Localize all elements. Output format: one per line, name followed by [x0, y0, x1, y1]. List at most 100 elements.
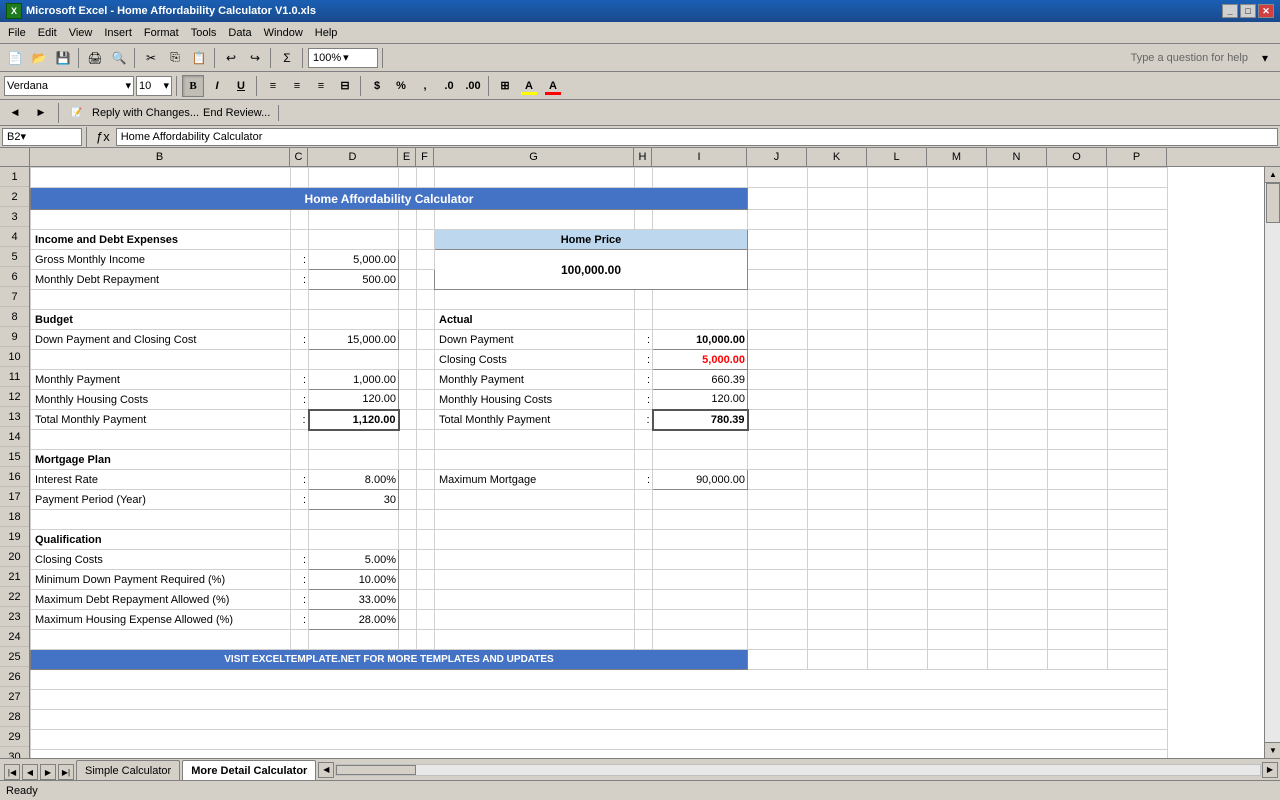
col-header-K[interactable]: K: [807, 148, 867, 166]
help-dropdown[interactable]: ▾: [1254, 47, 1276, 69]
down-payment-value[interactable]: 15,000.00: [309, 330, 399, 350]
copy-button[interactable]: ⎘: [164, 47, 186, 69]
row-22[interactable]: 22: [0, 587, 29, 607]
row-1[interactable]: 1: [0, 167, 29, 187]
print-button[interactable]: 🖨: [84, 47, 106, 69]
tab-more-detail-calculator[interactable]: More Detail Calculator: [182, 760, 316, 780]
redo-button[interactable]: ↪: [244, 47, 266, 69]
row-30[interactable]: 30: [0, 747, 29, 758]
scroll-track-v[interactable]: [1265, 183, 1280, 742]
row-27[interactable]: 27: [0, 687, 29, 707]
row-10[interactable]: 10: [0, 347, 29, 367]
cut-button[interactable]: ✂: [140, 47, 162, 69]
comma-button[interactable]: ,: [414, 75, 436, 97]
scroll-down-button[interactable]: ▼: [1265, 742, 1280, 758]
actual-closing-costs-value[interactable]: 5,000.00: [653, 350, 748, 370]
align-left-button[interactable]: ≡: [262, 75, 284, 97]
menu-view[interactable]: View: [63, 25, 99, 41]
back-btn[interactable]: ◀: [4, 102, 26, 124]
actual-monthly-payment-value[interactable]: 660.39: [653, 370, 748, 390]
max-debt-repayment-value[interactable]: 33.00%: [309, 590, 399, 610]
row-20[interactable]: 20: [0, 547, 29, 567]
menu-format[interactable]: Format: [138, 25, 185, 41]
tab-simple-calculator[interactable]: Simple Calculator: [76, 760, 180, 780]
max-mortgage-value[interactable]: 90,000.00: [653, 470, 748, 490]
bold-button[interactable]: B: [182, 75, 204, 97]
reply-btn[interactable]: 📝: [66, 102, 88, 124]
cell-ref-dropdown[interactable]: ▾: [20, 130, 26, 143]
col-header-O[interactable]: O: [1047, 148, 1107, 166]
row-2[interactable]: 2: [0, 187, 29, 207]
row-18[interactable]: 18: [0, 507, 29, 527]
open-button[interactable]: 📂: [28, 47, 50, 69]
scroll-up-button[interactable]: ▲: [1265, 167, 1280, 183]
row-23[interactable]: 23: [0, 607, 29, 627]
fwd-btn[interactable]: ▶: [30, 102, 52, 124]
merge-center-button[interactable]: ⊟: [334, 75, 356, 97]
paste-button[interactable]: 📋: [188, 47, 210, 69]
tab-nav-last[interactable]: ▶|: [58, 764, 74, 780]
interest-rate-value[interactable]: 8.00%: [309, 470, 399, 490]
row-6[interactable]: 6: [0, 267, 29, 287]
row-29[interactable]: 29: [0, 727, 29, 747]
scroll-thumb-v[interactable]: [1266, 183, 1280, 223]
scroll-left-button[interactable]: ◀: [318, 762, 334, 778]
row-26[interactable]: 26: [0, 667, 29, 687]
increase-decimal-button[interactable]: .0: [438, 75, 460, 97]
minimize-button[interactable]: _: [1222, 4, 1238, 18]
gross-income-value[interactable]: 5,000.00: [309, 250, 399, 270]
font-size-box[interactable]: 10 ▾: [136, 76, 172, 96]
row-21[interactable]: 21: [0, 567, 29, 587]
menu-window[interactable]: Window: [258, 25, 309, 41]
col-header-N[interactable]: N: [987, 148, 1047, 166]
min-down-payment-value[interactable]: 10.00%: [309, 570, 399, 590]
row-14[interactable]: 14: [0, 427, 29, 447]
menu-data[interactable]: Data: [222, 25, 257, 41]
monthly-payment-value[interactable]: 1,000.00: [309, 370, 399, 390]
row-11[interactable]: 11: [0, 367, 29, 387]
underline-button[interactable]: U: [230, 75, 252, 97]
tab-nav-prev[interactable]: ◀: [22, 764, 38, 780]
col-header-C[interactable]: C: [290, 148, 308, 166]
row-28[interactable]: 28: [0, 707, 29, 727]
col-header-M[interactable]: M: [927, 148, 987, 166]
max-housing-expense-value[interactable]: 28.00%: [309, 610, 399, 630]
row-19[interactable]: 19: [0, 527, 29, 547]
actual-monthly-housing-value[interactable]: 120.00: [653, 390, 748, 410]
payment-period-value[interactable]: 30: [309, 490, 399, 510]
formula-content[interactable]: Home Affordability Calculator: [116, 128, 1278, 146]
menu-help[interactable]: Help: [309, 25, 344, 41]
col-header-I[interactable]: I: [652, 148, 747, 166]
row-7[interactable]: 7: [0, 287, 29, 307]
scroll-right-button[interactable]: ▶: [1262, 762, 1278, 778]
percent-button[interactable]: %: [390, 75, 412, 97]
font-name-box[interactable]: Verdana ▾: [4, 76, 134, 96]
col-header-E[interactable]: E: [398, 148, 416, 166]
col-header-D[interactable]: D: [308, 148, 398, 166]
row-16[interactable]: 16: [0, 467, 29, 487]
col-header-B[interactable]: B: [30, 148, 290, 166]
print-preview-button[interactable]: 🔍: [108, 47, 130, 69]
undo-button[interactable]: ↩: [220, 47, 242, 69]
zoom-dropdown-icon[interactable]: ▾: [343, 51, 349, 64]
italic-button[interactable]: I: [206, 75, 228, 97]
tab-nav-first[interactable]: |◀: [4, 764, 20, 780]
fill-color-button[interactable]: A: [518, 75, 540, 97]
row-8[interactable]: 8: [0, 307, 29, 327]
font-color-button[interactable]: A: [542, 75, 564, 97]
actual-down-payment-value[interactable]: 10,000.00: [653, 330, 748, 350]
h-scroll-track[interactable]: [335, 764, 1261, 776]
row-4[interactable]: 4: [0, 227, 29, 247]
qual-closing-costs-value[interactable]: 5.00%: [309, 550, 399, 570]
tab-nav-next[interactable]: ▶: [40, 764, 56, 780]
new-button[interactable]: 📄: [4, 47, 26, 69]
zoom-box[interactable]: 100% ▾: [308, 48, 378, 68]
total-monthly-value[interactable]: 1,120.00: [309, 410, 399, 430]
save-button[interactable]: 💾: [52, 47, 74, 69]
align-center-button[interactable]: ≡: [286, 75, 308, 97]
row-13[interactable]: 13: [0, 407, 29, 427]
monthly-housing-value[interactable]: 120.00: [309, 390, 399, 410]
currency-button[interactable]: $: [366, 75, 388, 97]
row-17[interactable]: 17: [0, 487, 29, 507]
col-header-F[interactable]: F: [416, 148, 434, 166]
